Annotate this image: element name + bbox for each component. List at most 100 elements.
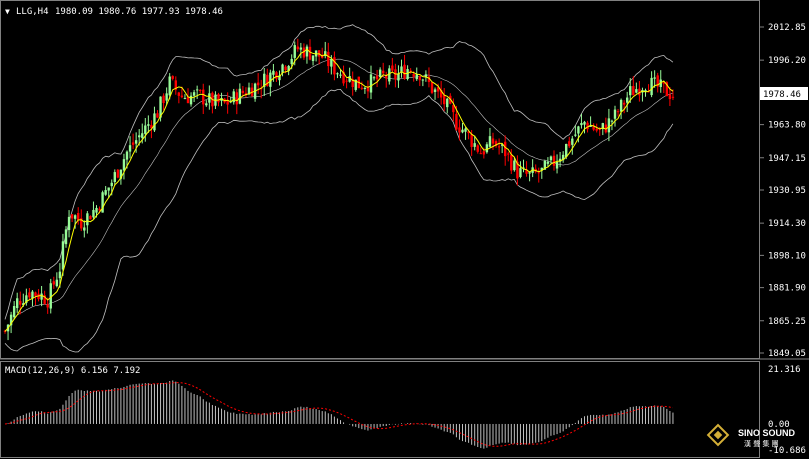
candle-body	[171, 76, 174, 79]
candle-body	[366, 87, 370, 92]
candle-body	[473, 143, 476, 147]
candle-body	[555, 162, 559, 169]
candle-body	[345, 80, 348, 82]
candle-body	[61, 241, 65, 270]
candle-body	[12, 305, 16, 318]
candle-body	[92, 209, 95, 218]
candle-body	[430, 82, 434, 93]
candle-body	[86, 213, 89, 226]
candle-body	[134, 140, 138, 144]
candle-body	[275, 72, 278, 79]
symbol-label: LLG,H4	[16, 7, 49, 17]
candle-body	[272, 70, 275, 75]
candle-body	[58, 271, 62, 279]
candle-body	[583, 121, 586, 125]
candle-body	[104, 190, 107, 195]
candle-body	[403, 64, 406, 79]
candle-body	[339, 74, 342, 76]
candle-body	[55, 279, 59, 287]
candle-body	[113, 172, 116, 182]
candle-body	[546, 161, 550, 164]
candle-body	[378, 69, 382, 78]
candle-body	[281, 64, 284, 73]
candle-body	[574, 134, 577, 136]
candle-body	[46, 304, 49, 308]
candle-body	[40, 293, 43, 300]
candle-body	[458, 127, 461, 133]
candle-body	[305, 46, 309, 57]
candle-body	[107, 187, 110, 191]
candle-body	[64, 229, 68, 245]
candle-body	[189, 95, 193, 105]
candle-body	[199, 89, 202, 91]
candle-body	[513, 160, 516, 171]
candle-body	[461, 129, 464, 133]
candle-body	[549, 156, 553, 161]
price-tick-label: 1898.10	[768, 251, 806, 261]
chart-window: 2012.851996.201979.551963.801947.151930.…	[0, 0, 809, 459]
candle-body	[238, 88, 242, 104]
candle-body	[406, 69, 409, 80]
candle-body	[293, 45, 296, 58]
candle-body	[144, 125, 147, 134]
macd-label: MACD(12,26,9) 6.156 7.192	[5, 366, 140, 376]
candle-body	[519, 168, 522, 178]
candle-body	[168, 76, 171, 96]
candle-body	[89, 216, 92, 220]
price-tick-label: 1865.25	[768, 317, 806, 327]
candle-body	[138, 135, 141, 138]
candle-body	[147, 124, 150, 126]
candle-body	[577, 126, 580, 134]
logo-name: SINO SOUND	[738, 428, 796, 438]
candle-body	[455, 113, 458, 130]
candle-body	[464, 128, 467, 132]
candle-body	[418, 76, 421, 81]
candle-body	[372, 77, 376, 79]
candle-body	[290, 58, 293, 65]
candle-body	[284, 66, 287, 71]
candle-body	[650, 77, 653, 96]
current-price-marker: 1978.46	[760, 87, 808, 100]
candle-body	[19, 300, 22, 305]
candle-body	[571, 138, 574, 145]
candle-body	[485, 144, 489, 153]
candle-body	[31, 291, 34, 299]
candle-body	[308, 46, 312, 60]
candle-body	[433, 89, 437, 92]
candle-body	[616, 111, 620, 113]
logo-subtitle: 漢 聲 集 團	[744, 439, 779, 448]
candle-body	[131, 142, 135, 145]
candle-body	[610, 120, 614, 122]
ohlc-label: 1980.09 1980.76 1977.93 1978.46	[55, 7, 223, 17]
candle-body	[70, 214, 74, 219]
candle-body	[195, 89, 199, 91]
candle-body	[482, 151, 486, 155]
candle-body	[241, 90, 245, 94]
candle-body	[375, 75, 379, 80]
candle-body	[67, 216, 71, 231]
candle-body	[256, 82, 260, 86]
candle-body	[653, 77, 656, 79]
candle-body	[565, 143, 568, 157]
candle-body	[125, 151, 129, 160]
candle-body	[183, 98, 187, 100]
current-price-label: 1978.46	[763, 90, 801, 100]
candle-body	[110, 182, 113, 187]
candle-body	[296, 46, 299, 50]
candle-body	[363, 87, 367, 89]
candle-body	[668, 94, 672, 100]
candle-body	[141, 133, 144, 138]
candle-body	[235, 92, 238, 105]
candle-body	[479, 153, 482, 155]
candle-body	[507, 153, 510, 155]
candle-body	[491, 138, 495, 144]
dropdown-arrow-icon[interactable]: ▼	[5, 7, 10, 16]
candle-body	[632, 86, 635, 96]
candle-body	[311, 55, 315, 61]
candle-body	[537, 172, 540, 174]
candle-body	[153, 113, 156, 131]
candle-body	[165, 93, 168, 101]
candle-body	[497, 146, 501, 148]
candle-body	[83, 227, 86, 231]
candle-body	[671, 96, 675, 98]
